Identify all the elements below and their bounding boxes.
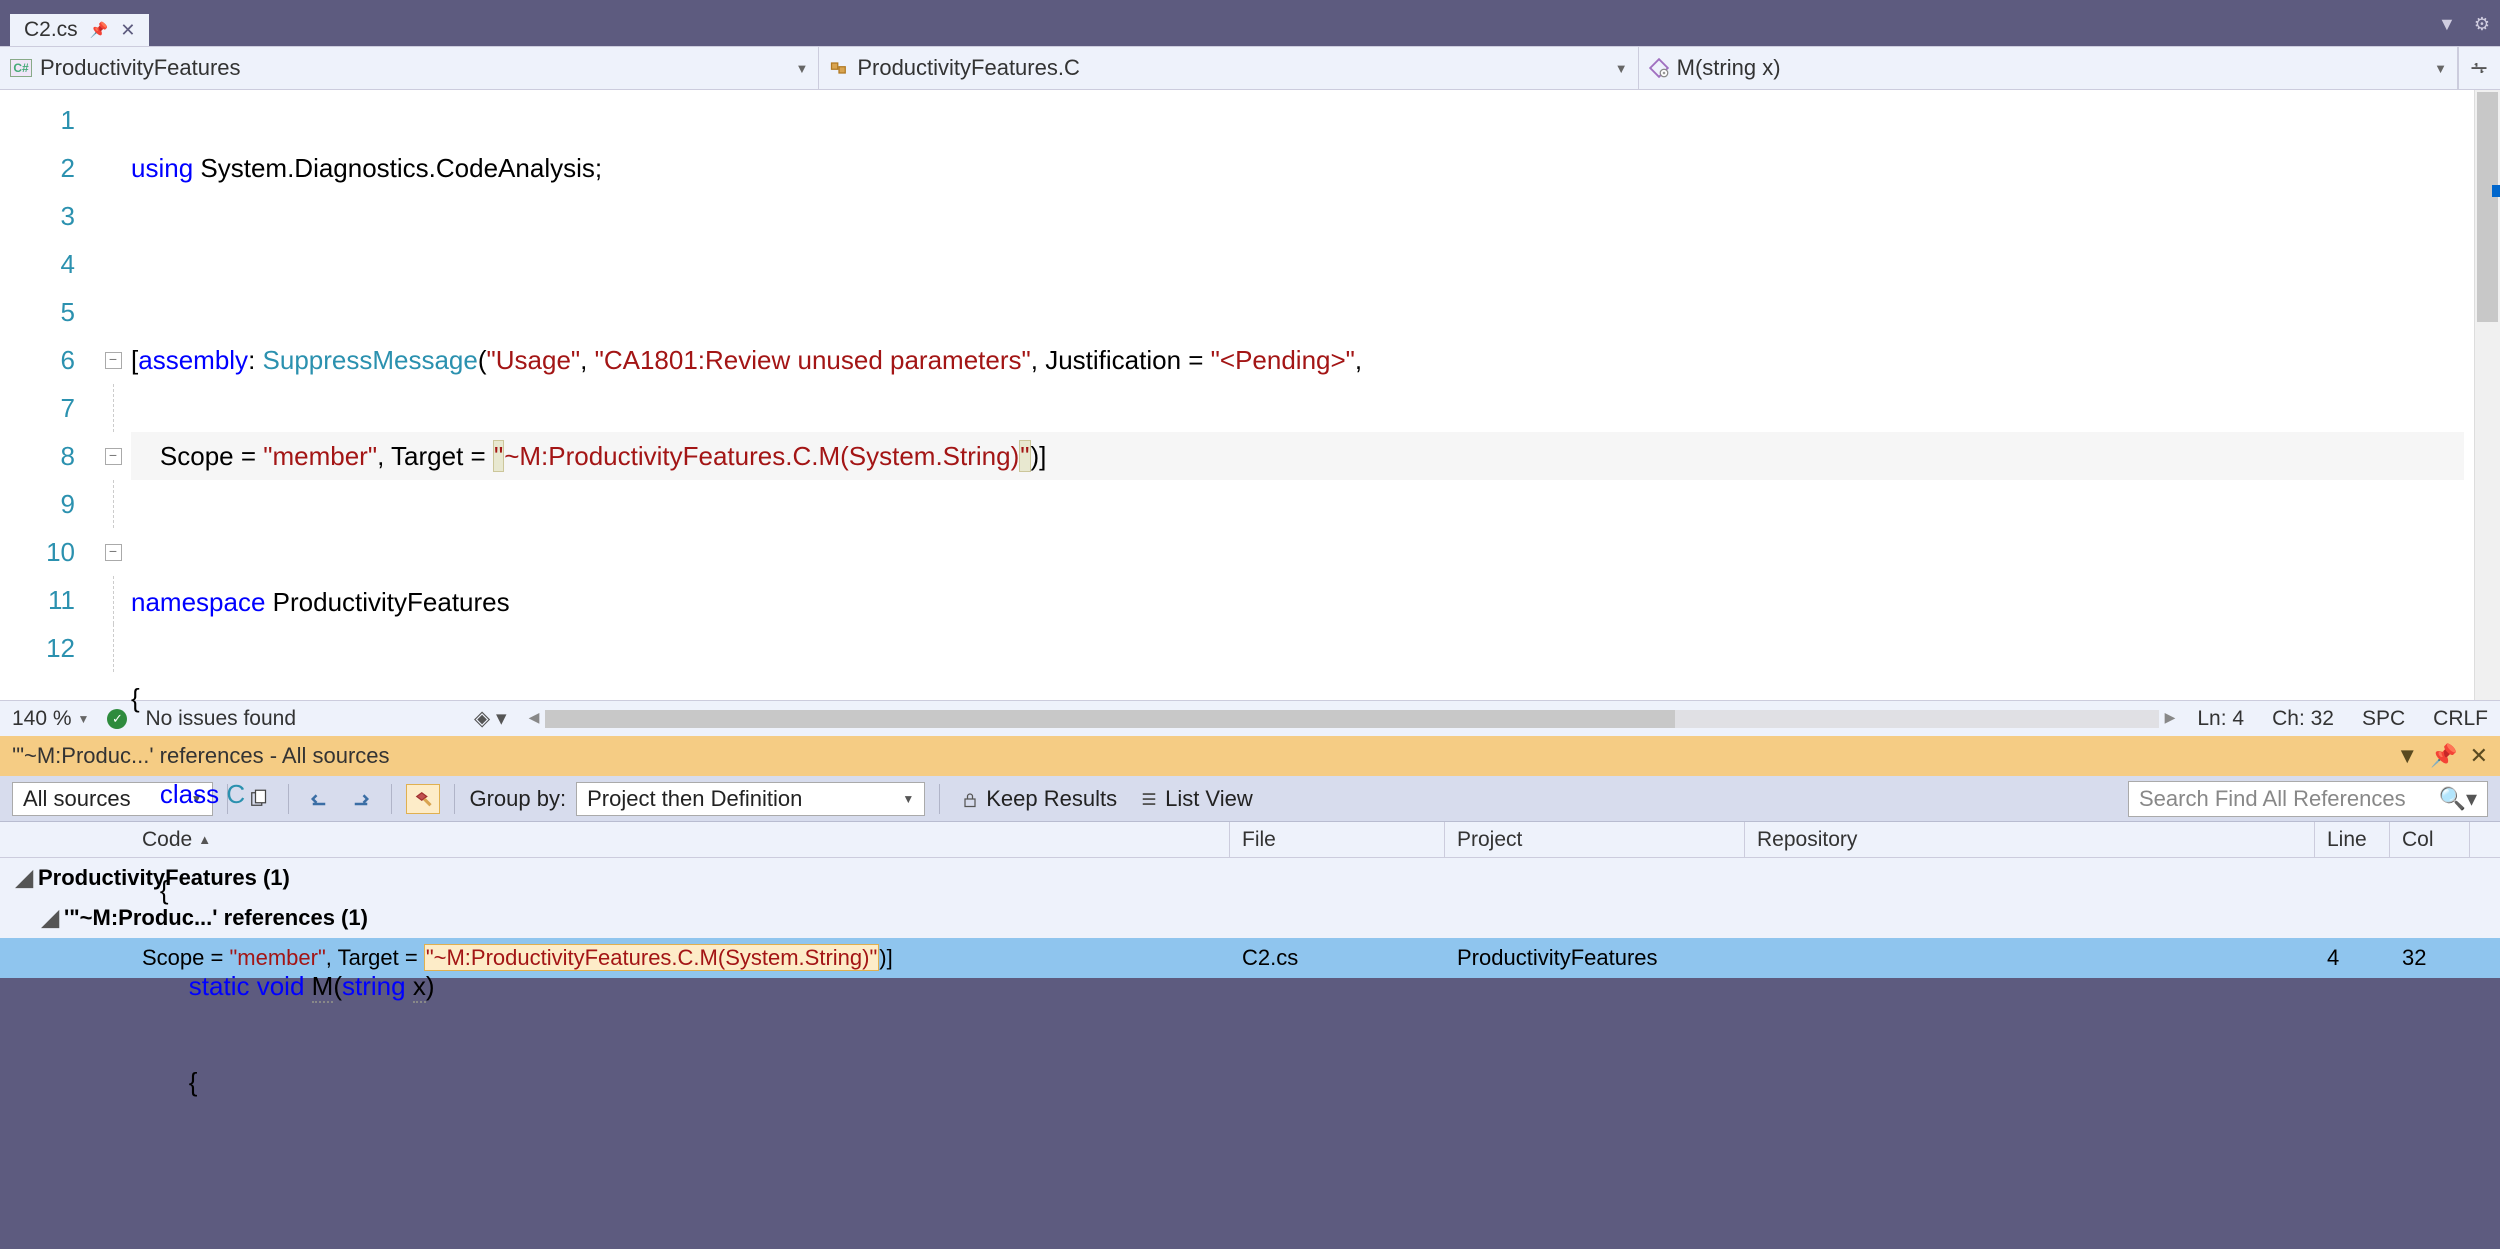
member-label: M(string x) [1677,55,1781,81]
namespace-label: ProductivityFeatures [40,55,241,81]
horizontal-scrollbar[interactable]: ◀ ▶ [545,710,2160,728]
method-icon [1649,58,1669,78]
window-menu-icon[interactable]: ▼ [2438,14,2456,35]
namespace-dropdown[interactable]: C# ProductivityFeatures ▼ [0,47,819,89]
vertical-scrollbar[interactable] [2474,90,2500,700]
code-content[interactable]: using System.Diagnostics.CodeAnalysis; [… [131,90,2474,700]
chevron-down-icon: ▼ [795,61,808,76]
csharp-icon: C# [10,59,32,77]
chevron-down-icon: ▼ [1615,61,1628,76]
fold-gutter: − − − [95,90,131,700]
scrollbar-thumb[interactable] [545,710,1675,728]
tab-filename: C2.cs [24,18,78,42]
class-dropdown[interactable]: ProductivityFeatures.C ▼ [819,47,1638,89]
title-bar: C2.cs 📌 ✕ ▼ ⚙ [0,0,2500,46]
minimap-selection-marker [2492,185,2500,197]
split-icon [2469,58,2489,78]
fold-toggle[interactable]: − [105,352,122,369]
split-view-button[interactable] [2458,47,2500,89]
member-dropdown[interactable]: M(string x) ▼ [1639,47,2458,89]
collapse-icon[interactable]: ◢ [16,865,32,891]
close-tab-icon[interactable]: ✕ [120,20,135,41]
pin-icon[interactable]: 📌 [90,21,109,39]
scrollbar-thumb[interactable] [2477,92,2498,322]
settings-gear-icon[interactable]: ⚙ [2474,14,2490,35]
class-label: ProductivityFeatures.C [857,55,1080,81]
chevron-down-icon: ▼ [2434,61,2447,76]
line-number-gutter: 1 2 3 4 5 6 7 8 9 10 11 12 [0,90,95,700]
navigation-bar: C# ProductivityFeatures ▼ ProductivityFe… [0,46,2500,90]
class-icon [829,58,849,78]
check-icon: ✓ [107,709,127,729]
collapse-icon[interactable]: ◢ [42,905,58,931]
document-tab[interactable]: C2.cs 📌 ✕ [10,14,149,46]
fold-toggle[interactable]: − [105,544,122,561]
fold-toggle[interactable]: − [105,448,122,465]
code-editor[interactable]: 1 2 3 4 5 6 7 8 9 10 11 12 − − − using S… [0,90,2500,700]
zoom-dropdown[interactable]: 140 %▼ [12,707,89,731]
